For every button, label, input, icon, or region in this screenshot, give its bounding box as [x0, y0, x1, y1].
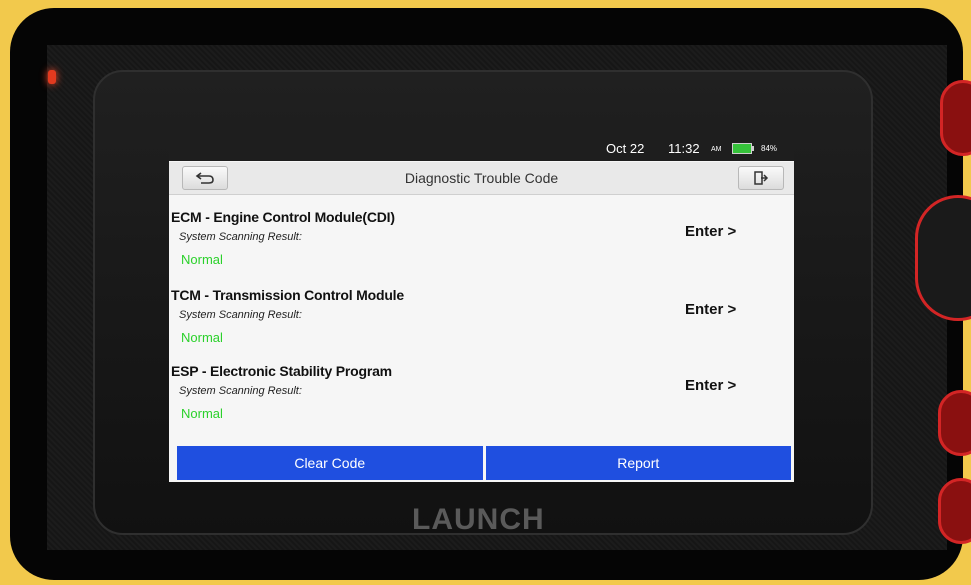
module-name: ECM - Engine Control Module(CDI) [171, 209, 395, 225]
exit-button[interactable] [738, 166, 784, 190]
clear-code-button[interactable]: Clear Code [177, 446, 483, 480]
module-name: ESP - Electronic Stability Program [171, 363, 392, 379]
status-date: Oct 22 [606, 141, 645, 156]
device-screen: Oct 22 11:32 AM 84% Diagnostic Trouble C… [169, 137, 794, 482]
enter-button[interactable]: Enter > [685, 377, 736, 394]
side-button-bottom[interactable] [938, 478, 971, 544]
title-bar: Diagnostic Trouble Code [169, 162, 794, 195]
module-status: Normal [181, 330, 223, 345]
module-name: TCM - Transmission Control Module [171, 287, 404, 303]
side-button-middle[interactable] [938, 390, 971, 456]
module-list: ECM - Engine Control Module(CDI) System … [169, 195, 794, 445]
module-status: Normal [181, 406, 223, 421]
report-button[interactable]: Report [485, 446, 791, 480]
module-result-label: System Scanning Result: [179, 385, 302, 397]
power-led [48, 70, 56, 84]
side-button-top[interactable] [940, 80, 971, 156]
bottom-action-bar: Clear Code Report [177, 446, 791, 480]
status-bar: Oct 22 11:32 AM 84% [169, 137, 794, 161]
module-result-label: System Scanning Result: [179, 231, 302, 243]
enter-button[interactable]: Enter > [685, 301, 736, 318]
list-item: ESP - Electronic Stability Program Syste… [169, 349, 794, 425]
enter-button[interactable]: Enter > [685, 223, 736, 240]
exit-icon [754, 171, 769, 185]
module-status: Normal [181, 252, 223, 267]
status-time: 11:32 [668, 141, 700, 156]
dpad-button[interactable] [915, 195, 971, 321]
list-item: TCM - Transmission Control Module System… [169, 273, 794, 349]
page-title: Diagnostic Trouble Code [404, 170, 559, 186]
battery-percent: 84% [761, 144, 778, 153]
status-ampm: AM [711, 146, 722, 153]
battery-icon [732, 143, 752, 154]
battery-tip-icon [752, 146, 754, 151]
module-result-label: System Scanning Result: [179, 309, 302, 321]
list-item: ECM - Engine Control Module(CDI) System … [169, 195, 794, 271]
brand-logo: LAUNCH [412, 503, 545, 536]
